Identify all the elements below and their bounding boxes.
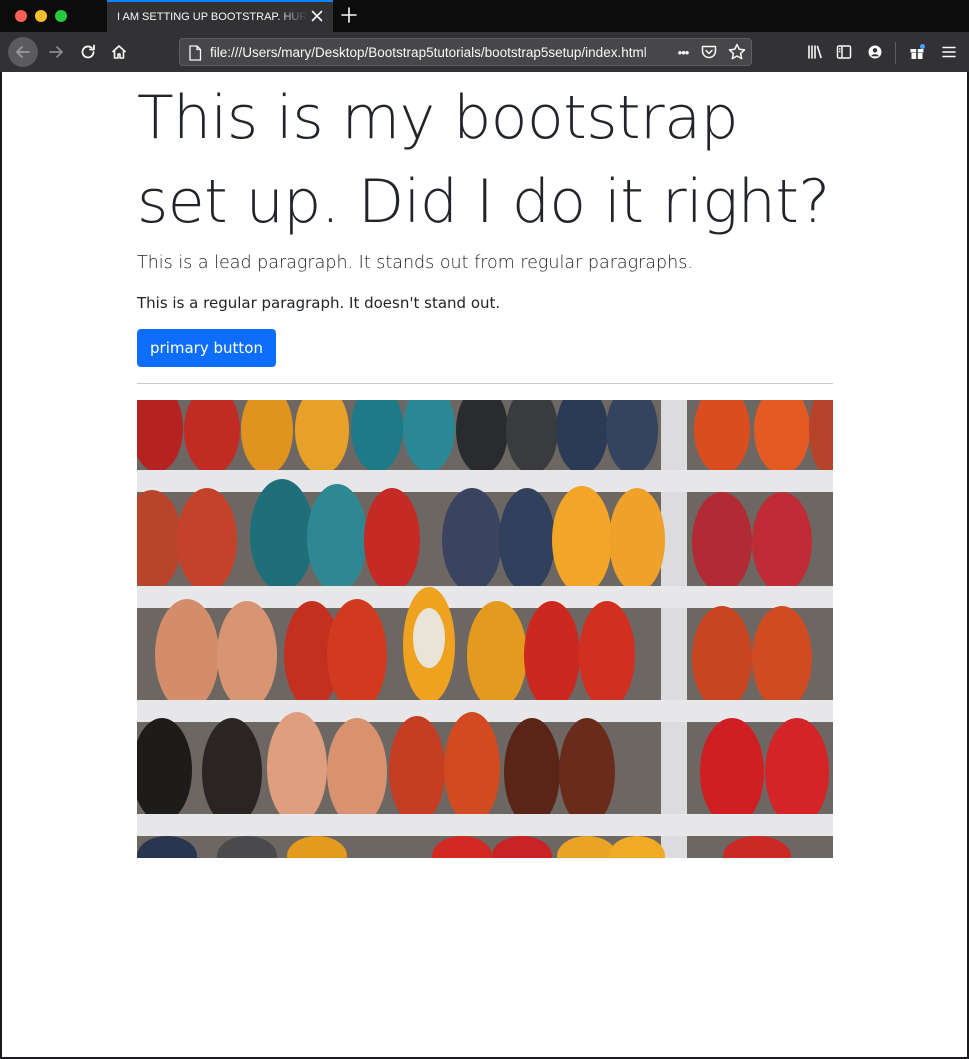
library-icon	[808, 45, 822, 59]
toolbar-divider	[895, 42, 896, 64]
address-bar[interactable]: file:///Users/mary/Desktop/Bootstrap5tut…	[179, 38, 752, 66]
back-arrow-icon	[16, 46, 30, 58]
home-button[interactable]	[105, 38, 133, 66]
regular-paragraph: This is a regular paragraph. It doesn't …	[137, 294, 501, 312]
navigation-toolbar: file:///Users/mary/Desktop/Bootstrap5tut…	[0, 32, 969, 72]
account-avatar-icon	[868, 45, 882, 59]
horizontal-rule	[137, 383, 833, 384]
new-tab-icon[interactable]	[340, 6, 358, 24]
zoom-window-button[interactable]	[55, 10, 67, 22]
sidebar-button[interactable]	[830, 38, 858, 66]
gift-icon	[910, 44, 925, 59]
window-titlebar: I AM SETTING UP BOOTSTRAP. HURRAY!	[0, 0, 969, 32]
forward-arrow-icon	[49, 46, 63, 58]
page-viewport: This is my bootstrap set up. Did I do it…	[2, 72, 967, 1057]
pocket-icon[interactable]	[700, 43, 718, 61]
bootstrap-container: This is my bootstrap set up. Did I do it…	[137, 72, 833, 858]
tab-title: I AM SETTING UP BOOTSTRAP. HURRAY!	[117, 11, 307, 23]
minimize-window-button[interactable]	[35, 10, 47, 22]
url-text: file:///Users/mary/Desktop/Bootstrap5tut…	[210, 45, 647, 60]
slippers-photo-illustration	[137, 400, 833, 858]
browser-tab[interactable]: I AM SETTING UP BOOTSTRAP. HURRAY!	[107, 0, 333, 32]
slippers-photo	[137, 400, 833, 858]
home-icon	[111, 45, 127, 59]
reload-button[interactable]	[74, 38, 102, 66]
account-button[interactable]	[861, 38, 889, 66]
menu-button[interactable]	[935, 38, 963, 66]
whats-new-button[interactable]	[903, 38, 931, 66]
hamburger-menu-icon	[942, 46, 956, 58]
page-icon	[189, 45, 202, 61]
close-window-button[interactable]	[15, 10, 27, 22]
back-button[interactable]	[8, 37, 38, 67]
bookmark-star-icon[interactable]	[727, 42, 747, 62]
forward-button[interactable]	[42, 38, 70, 66]
page-heading: This is my bootstrap set up. Did I do it…	[137, 83, 830, 237]
reload-icon	[81, 44, 95, 59]
sidebar-icon	[836, 45, 852, 59]
lead-paragraph: This is a lead paragraph. It stands out …	[137, 253, 693, 273]
library-button[interactable]	[801, 38, 829, 66]
page-actions-more-icon[interactable]: •••	[672, 41, 694, 63]
primary-button[interactable]: primary button	[137, 329, 276, 367]
close-tab-icon[interactable]	[309, 8, 325, 24]
